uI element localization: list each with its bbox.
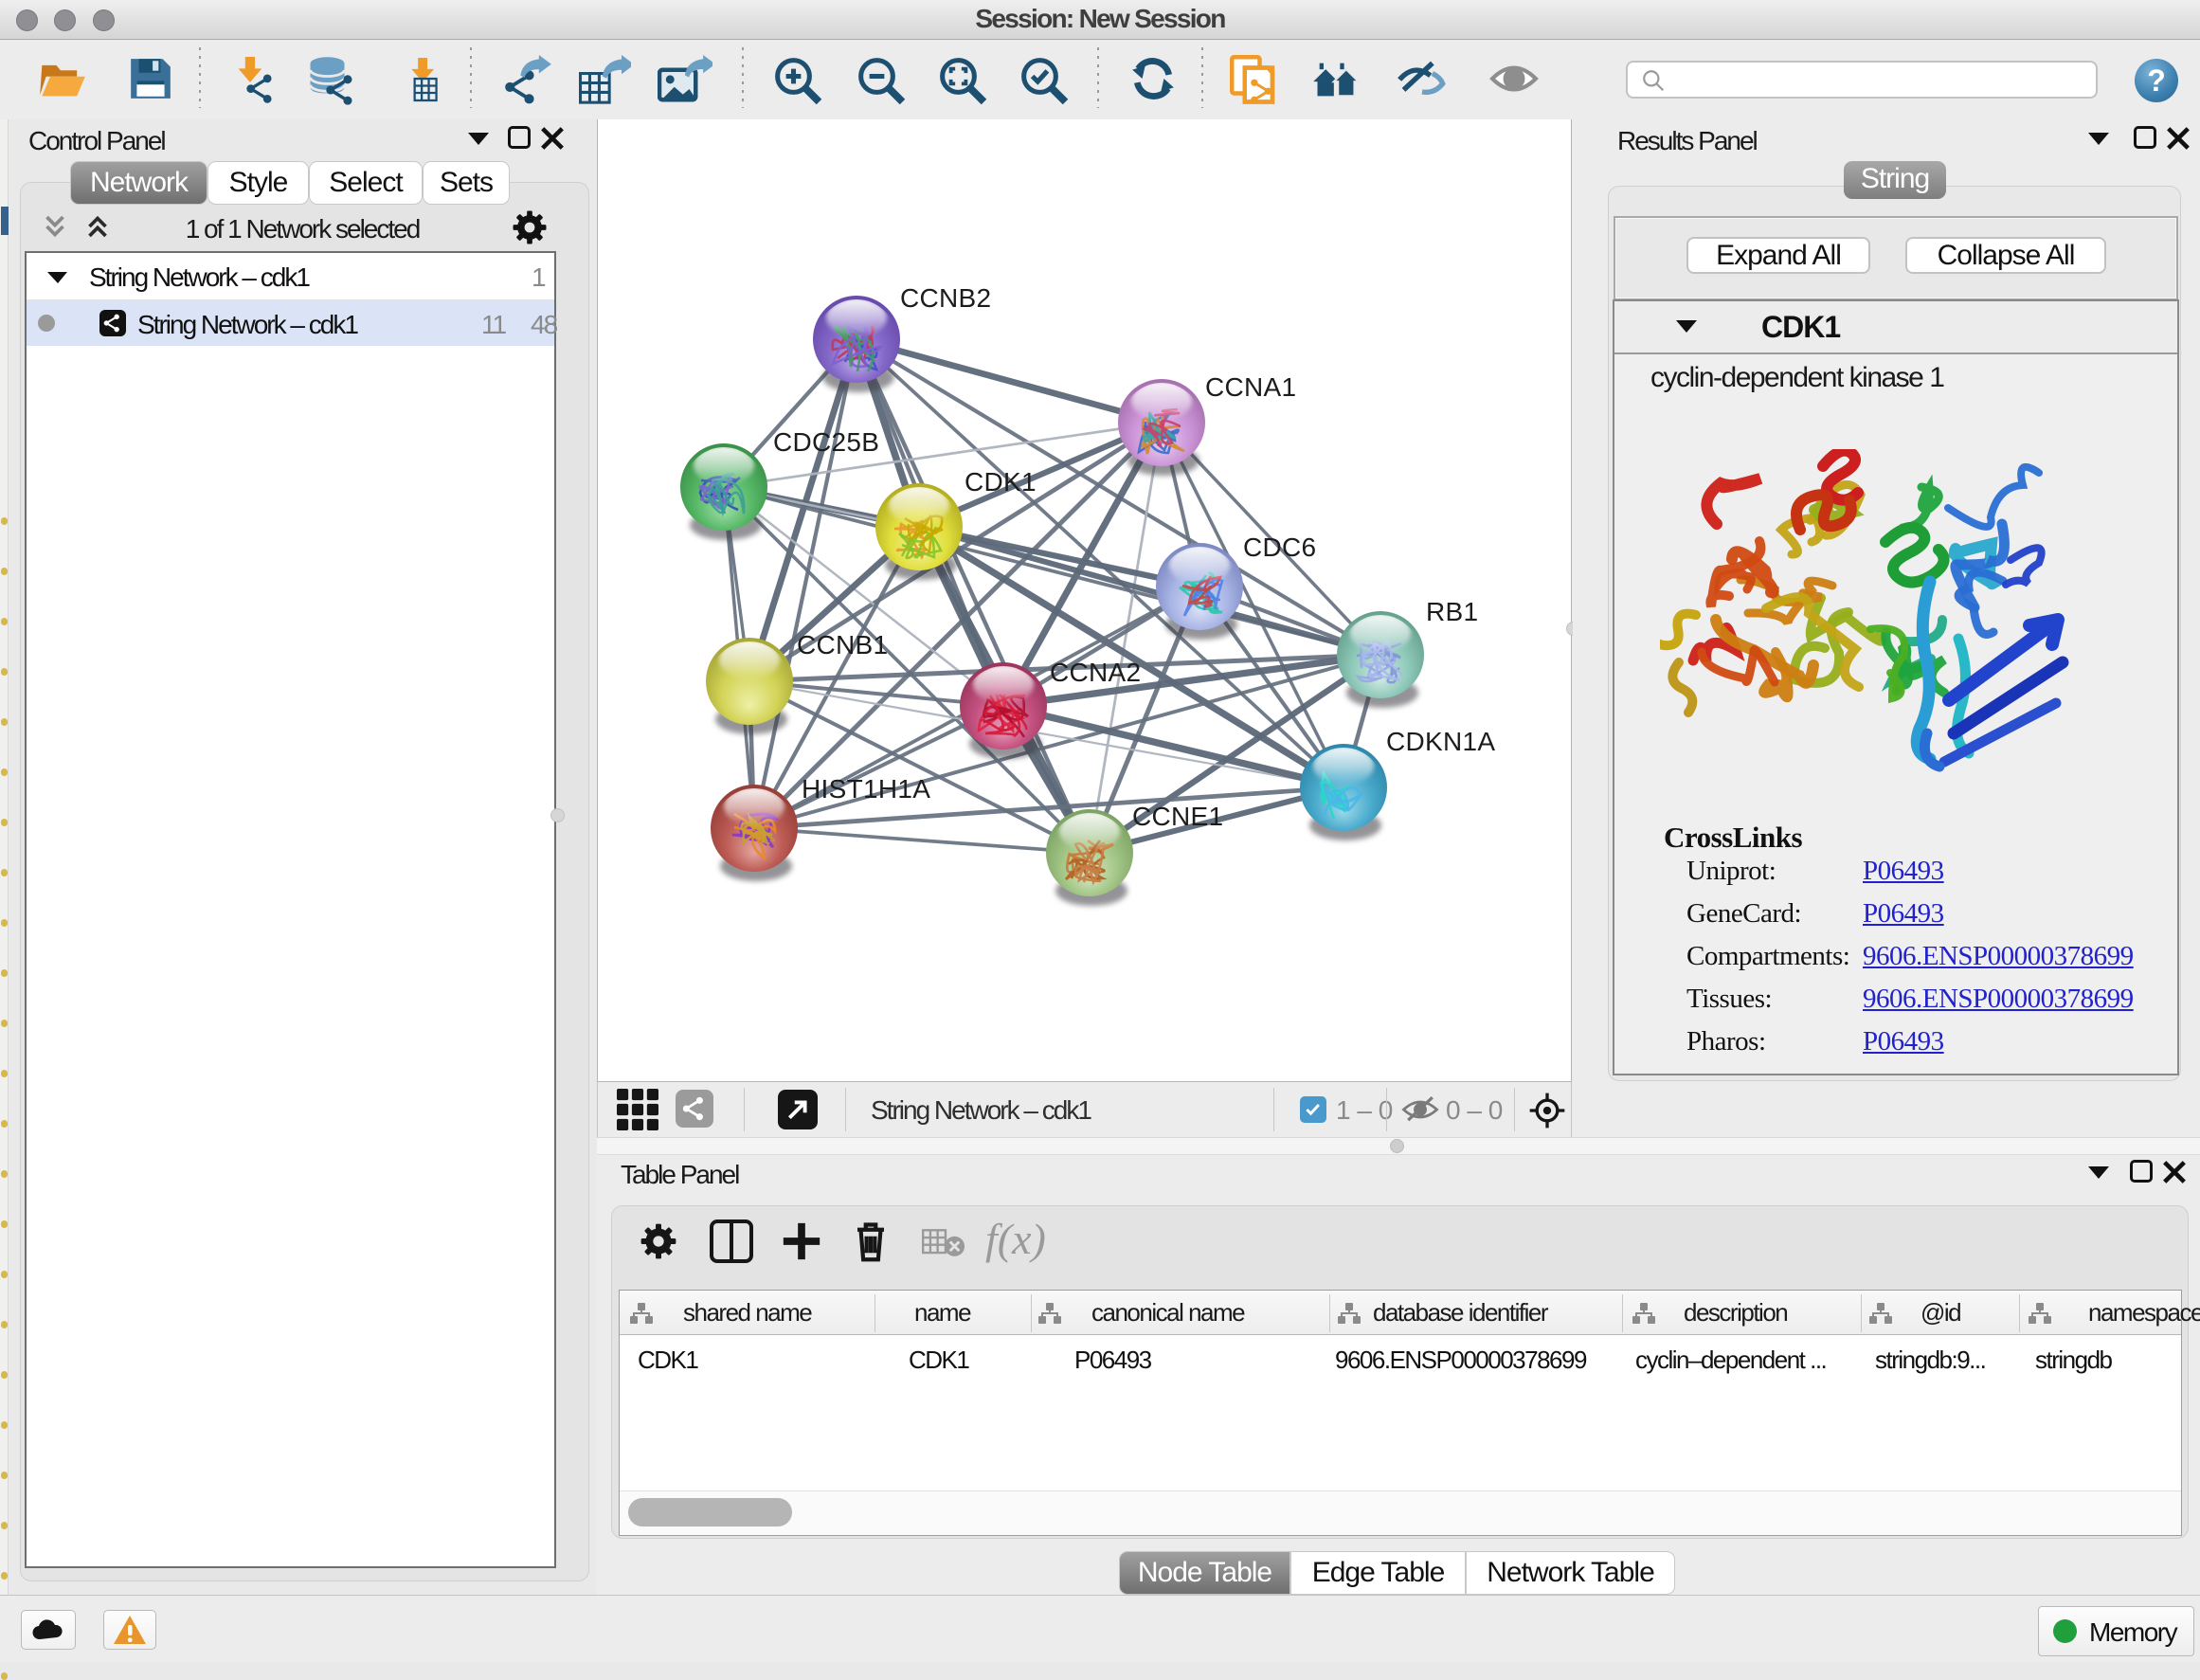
svg-text:CDC25B: CDC25B [773, 427, 879, 457]
svg-text:CDC6: CDC6 [1243, 533, 1316, 562]
svg-text:CDKN1A: CDKN1A [1386, 727, 1495, 756]
svg-text:CCNA1: CCNA1 [1205, 372, 1296, 402]
svg-text:CCNE1: CCNE1 [1132, 802, 1223, 831]
svg-text:CCNB2: CCNB2 [900, 283, 991, 313]
svg-text:RB1: RB1 [1426, 597, 1478, 626]
svg-text:CDK1: CDK1 [965, 467, 1037, 497]
svg-text:HIST1H1A: HIST1H1A [802, 774, 930, 804]
svg-text:CCNA2: CCNA2 [1050, 658, 1141, 687]
svg-text:CCNB1: CCNB1 [797, 630, 888, 659]
